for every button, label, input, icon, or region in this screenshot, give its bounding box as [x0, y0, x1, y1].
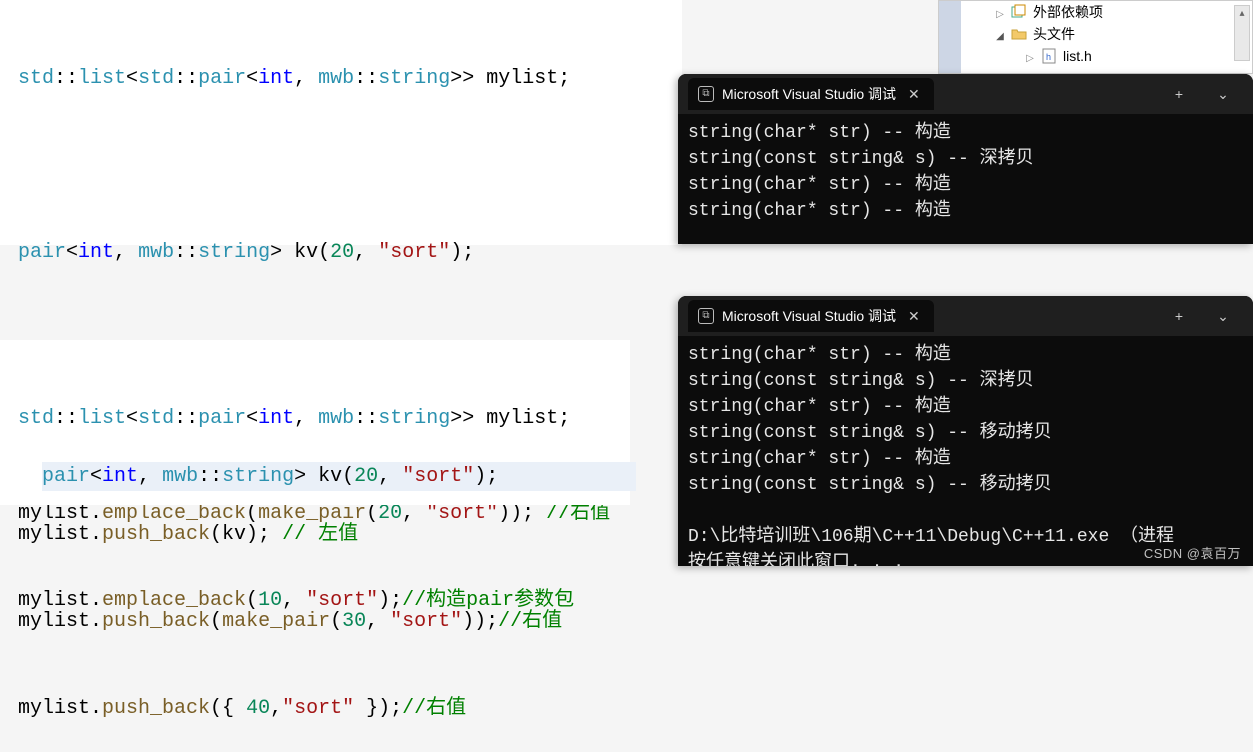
debug-console-bottom: ⧉ Microsoft Visual Studio 调试 ✕ + ⌄ strin… [678, 296, 1253, 566]
console-title: Microsoft Visual Studio 调试 [722, 81, 896, 107]
h-file-icon: h [1041, 48, 1057, 64]
console-title: Microsoft Visual Studio 调试 [722, 303, 896, 329]
solution-explorer: 外部依赖项 头文件 h list.h ▴ [938, 0, 1253, 74]
console-tab[interactable]: ⧉ Microsoft Visual Studio 调试 ✕ [688, 300, 934, 332]
code-line: mylist.push_back(kv); // 左值 [18, 520, 612, 549]
code-line: pair<int, mwb::string> kv(20, "sort"); [18, 238, 664, 267]
tab-menu-button[interactable]: ⌄ [1203, 79, 1243, 109]
scrollbar[interactable]: ▴ [1234, 5, 1250, 61]
new-tab-button[interactable]: + [1159, 301, 1199, 331]
close-icon[interactable]: ✕ [908, 81, 920, 107]
console-tab[interactable]: ⧉ Microsoft Visual Studio 调试 ✕ [688, 78, 934, 110]
chevron-down-icon[interactable] [995, 26, 1005, 42]
chevron-right-icon[interactable] [995, 4, 1005, 20]
new-tab-button[interactable]: + [1159, 79, 1199, 109]
code-line-highlight: pair<int, mwb::string> kv(20, "sort"); [42, 462, 636, 491]
console-output: string(char* str) -- 构造string(const stri… [678, 336, 1253, 566]
code-line: std::list<std::pair<int, mwb::string>> m… [18, 404, 612, 433]
close-icon[interactable]: ✕ [908, 303, 920, 329]
svg-text:h: h [1046, 52, 1051, 62]
references-icon [1011, 4, 1027, 20]
code-line: std::list<std::pair<int, mwb::string>> m… [18, 64, 664, 93]
tree-label: list.h [1063, 48, 1092, 64]
code-editor-top: std::list<std::pair<int, mwb::string>> m… [0, 0, 682, 245]
watermark: CSDN @袁百万 [1144, 543, 1241, 562]
console-titlebar[interactable]: ⧉ Microsoft Visual Studio 调试 ✕ + ⌄ [678, 296, 1253, 336]
console-output: string(char* str) -- 构造string(const stri… [678, 114, 1253, 230]
terminal-icon: ⧉ [698, 86, 714, 102]
terminal-icon: ⧉ [698, 308, 714, 324]
tree-label: 外部依赖项 [1033, 2, 1103, 22]
tree-item-file[interactable]: h list.h [939, 45, 1252, 67]
solution-explorer-gutter [939, 1, 961, 73]
tree-label: 头文件 [1033, 24, 1075, 44]
folder-icon [1011, 26, 1027, 42]
chevron-right-icon[interactable] [1025, 48, 1035, 64]
debug-console-top: ⧉ Microsoft Visual Studio 调试 ✕ + ⌄ strin… [678, 74, 1253, 244]
tree-item-external-deps[interactable]: 外部依赖项 [939, 1, 1252, 23]
code-editor-bottom: std::list<std::pair<int, mwb::string>> m… [0, 340, 630, 505]
scroll-up-icon[interactable]: ▴ [1235, 6, 1249, 22]
console-titlebar[interactable]: ⧉ Microsoft Visual Studio 调试 ✕ + ⌄ [678, 74, 1253, 114]
tree-item-header-files[interactable]: 头文件 [939, 23, 1252, 45]
code-line: mylist.push_back({ 40,"sort" });//右值 [18, 694, 612, 723]
code-line [18, 151, 664, 180]
tab-menu-button[interactable]: ⌄ [1203, 301, 1243, 331]
code-line: mylist.push_back(make_pair(30, "sort"));… [18, 607, 612, 636]
